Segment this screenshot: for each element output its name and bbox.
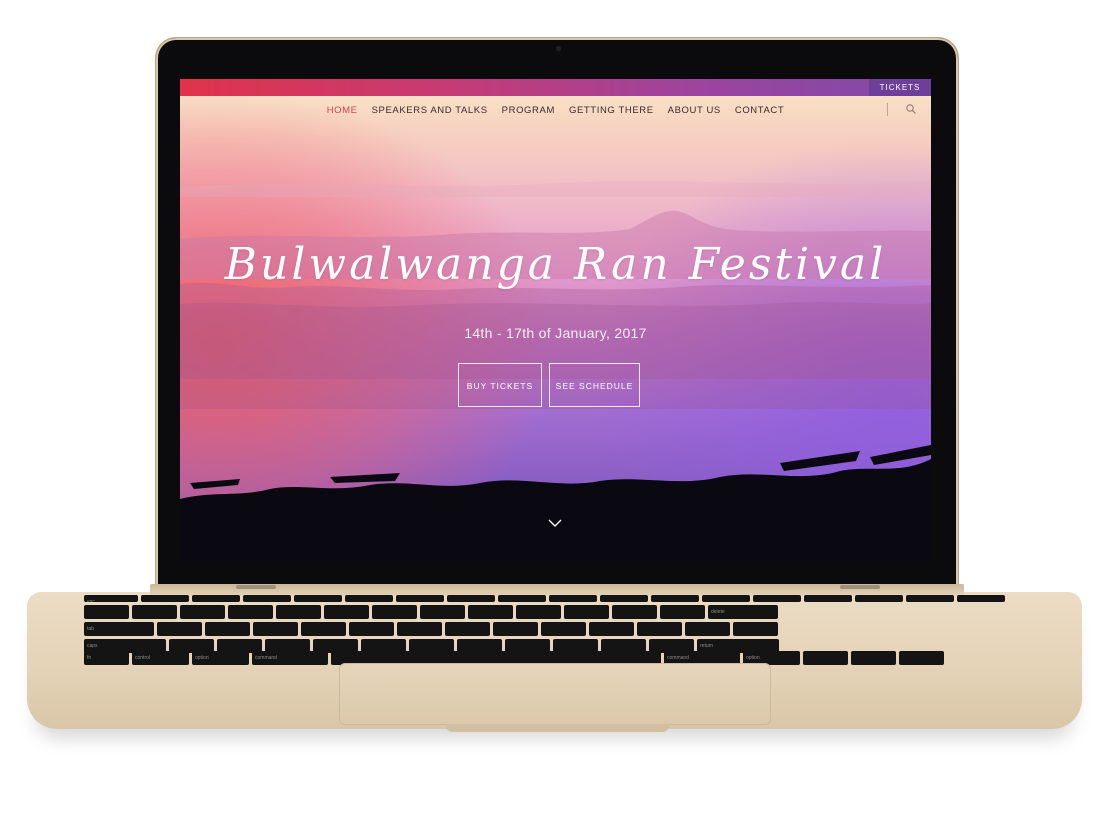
speaker-grille bbox=[840, 585, 880, 589]
key bbox=[733, 622, 778, 636]
brush-stroke-divider bbox=[180, 445, 931, 561]
key bbox=[205, 622, 250, 636]
nav-item-home[interactable]: HOME bbox=[327, 105, 358, 116]
key-esc: esc bbox=[84, 595, 138, 602]
key-tab: tab bbox=[84, 622, 154, 636]
key bbox=[549, 595, 597, 602]
key bbox=[753, 595, 801, 602]
key bbox=[345, 595, 393, 602]
buy-tickets-button[interactable]: BUY TICKETS bbox=[458, 363, 542, 407]
top-bar: TICKETS bbox=[180, 79, 931, 96]
key bbox=[637, 622, 682, 636]
nav-item-getting-there[interactable]: GETTING THERE bbox=[569, 105, 654, 116]
nav-item-contact[interactable]: CONTACT bbox=[735, 105, 784, 116]
nav-item-program[interactable]: PROGRAM bbox=[502, 105, 555, 116]
key bbox=[132, 605, 177, 619]
key-arrow-updown bbox=[851, 651, 896, 665]
key bbox=[192, 595, 240, 602]
trackpad bbox=[339, 663, 771, 725]
key bbox=[84, 605, 129, 619]
main-nav: HOME SPEAKERS AND TALKS PROGRAM GETTING … bbox=[180, 105, 931, 116]
browser-viewport: TICKETS HOME SPEAKERS AND TALKS PROGRAM … bbox=[180, 79, 931, 561]
key bbox=[516, 605, 561, 619]
key bbox=[397, 622, 442, 636]
key bbox=[564, 605, 609, 619]
hero-title: Bulwalwanga Ran Festival bbox=[224, 239, 887, 290]
key bbox=[957, 595, 1005, 602]
key bbox=[324, 605, 369, 619]
key-arrow-left bbox=[803, 651, 848, 665]
key-command: command bbox=[252, 651, 328, 665]
key bbox=[468, 605, 513, 619]
key bbox=[906, 595, 954, 602]
key bbox=[612, 605, 657, 619]
tickets-link[interactable]: TICKETS bbox=[869, 79, 931, 96]
key bbox=[396, 595, 444, 602]
search-icon[interactable] bbox=[905, 103, 917, 115]
key-fn: fn bbox=[84, 651, 129, 665]
key bbox=[301, 622, 346, 636]
hero-date: 14th - 17th of January, 2017 bbox=[464, 325, 647, 341]
key bbox=[493, 622, 538, 636]
key bbox=[855, 595, 903, 602]
laptop-opening-notch bbox=[445, 724, 670, 732]
nav-divider bbox=[887, 103, 888, 116]
key bbox=[372, 605, 417, 619]
key bbox=[702, 595, 750, 602]
key bbox=[445, 622, 490, 636]
nav-item-about-us[interactable]: ABOUT US bbox=[668, 105, 721, 116]
key bbox=[600, 595, 648, 602]
key bbox=[651, 595, 699, 602]
speaker-grille bbox=[236, 585, 276, 589]
key bbox=[253, 622, 298, 636]
key bbox=[228, 605, 273, 619]
key bbox=[294, 595, 342, 602]
key bbox=[685, 622, 730, 636]
key bbox=[589, 622, 634, 636]
nav-item-speakers-and-talks[interactable]: SPEAKERS AND TALKS bbox=[372, 105, 488, 116]
key bbox=[141, 595, 189, 602]
key-control: control bbox=[132, 651, 189, 665]
see-schedule-button[interactable]: SEE SCHEDULE bbox=[549, 363, 640, 407]
key bbox=[349, 622, 394, 636]
key bbox=[180, 605, 225, 619]
key bbox=[157, 622, 202, 636]
key bbox=[804, 595, 852, 602]
chevron-down-icon[interactable] bbox=[548, 519, 562, 528]
camera-icon bbox=[556, 46, 561, 51]
keyboard: esc delete tab caps return fn control op… bbox=[84, 595, 1028, 665]
key bbox=[447, 595, 495, 602]
key bbox=[420, 605, 465, 619]
key bbox=[498, 595, 546, 602]
key bbox=[660, 605, 705, 619]
key bbox=[276, 605, 321, 619]
key-arrow-right bbox=[899, 651, 944, 665]
key bbox=[541, 622, 586, 636]
key-option: option bbox=[192, 651, 249, 665]
key bbox=[243, 595, 291, 602]
key-delete: delete bbox=[708, 605, 778, 619]
